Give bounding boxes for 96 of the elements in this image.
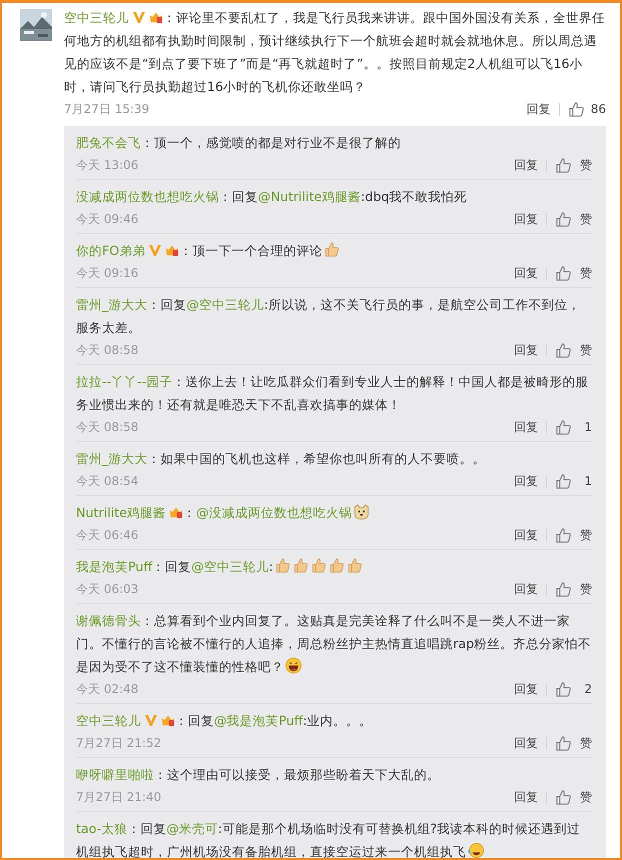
comment-text: 你的FO弟弟 ：顶一下一个合理的评论 bbox=[76, 239, 592, 262]
thumbs-up-emoji-icon bbox=[323, 241, 340, 258]
reply-link[interactable]: 回复 bbox=[514, 526, 538, 544]
verified-v-icon bbox=[132, 10, 146, 24]
timestamp: 今天 09:46 bbox=[76, 210, 140, 228]
reply-link[interactable]: 回复 bbox=[526, 100, 551, 118]
like-count: 1 bbox=[583, 474, 592, 488]
reply-link[interactable]: 回复 bbox=[514, 788, 538, 806]
mention-link[interactable]: @Nutrilite鸡腿酱 bbox=[258, 189, 361, 204]
comment-text: 肥兔不会飞：顶一个，感觉喷的都是对行业不是很了解的 bbox=[76, 134, 402, 152]
mention-link[interactable]: @我是泡芙Puff bbox=[214, 713, 303, 728]
reply-link[interactable]: 回复 bbox=[514, 734, 538, 752]
mention-link[interactable]: @没减成两位数也想吃火锅 bbox=[196, 505, 352, 520]
crown-icon bbox=[161, 713, 175, 727]
mention-link[interactable]: @空中三轮儿 bbox=[191, 559, 269, 574]
like-count: 1 bbox=[583, 420, 592, 434]
reply-link[interactable]: 回复 bbox=[514, 680, 538, 698]
crown-icon bbox=[165, 243, 180, 257]
username[interactable]: Nutrilite鸡腿酱 bbox=[76, 505, 166, 520]
thumbs-up-emoji-icon bbox=[292, 557, 310, 574]
like-count: 赞 bbox=[579, 526, 592, 544]
timestamp: 今天 08:58 bbox=[76, 418, 140, 436]
comment-text: 我是泡芙Puff：回复@空中三轮儿: bbox=[76, 555, 592, 578]
timestamp: 7月27日 21:52 bbox=[76, 734, 162, 752]
comment-text: 没减成两位数也想吃火锅：回复@Nutrilite鸡腿酱:dbq我不敢我怕死 bbox=[76, 188, 468, 206]
thumbs-up-icon[interactable] bbox=[555, 156, 572, 174]
comment-text: 拉拉--丫丫--园子：送你上去！让吃瓜群众们看到专业人士的解释！中国人都是被畸形的服务业惯出来的！还有就是唯恐天下不乱喜欢搞事的媒体！ bbox=[76, 373, 590, 414]
username[interactable]: 空中三轮儿 bbox=[76, 713, 141, 728]
like-count: 赞 bbox=[579, 210, 592, 228]
comment-text: 咿呀噼里啪啦：这个理由可以接受，最烦那些盼着天下大乱的。 bbox=[76, 766, 441, 784]
thumbs-up-icon[interactable] bbox=[555, 580, 572, 598]
thumbs-up-icon[interactable] bbox=[555, 210, 572, 228]
thumbs-up-emoji-icon bbox=[274, 557, 292, 574]
thumbs-up-icon[interactable] bbox=[555, 788, 572, 806]
thumbs-up-icon[interactable] bbox=[555, 734, 572, 752]
reply-link[interactable]: 回复 bbox=[514, 342, 538, 358]
thumbs-up-icon[interactable] bbox=[555, 418, 572, 436]
crown-icon bbox=[149, 10, 163, 24]
timestamp: 7月27日 15:39 bbox=[64, 100, 150, 118]
reply-link[interactable]: 回复 bbox=[514, 472, 538, 490]
comment-text: 雷州_游大大：如果中国的飞机也这样，希望你也叫所有的人不要喷。。 bbox=[76, 450, 486, 468]
thumbs-up-icon[interactable] bbox=[555, 472, 572, 490]
like-count: 赞 bbox=[579, 734, 592, 752]
thumbs-up-icon[interactable] bbox=[555, 342, 572, 358]
comment-text: 雷州_游大大：回复@空中三轮儿:所以说，这不关飞行员的事，是航空公司工作不到位，服务太差。 bbox=[76, 296, 582, 337]
reply-link[interactable]: 回复 bbox=[514, 418, 538, 436]
username[interactable]: tao-太狼 bbox=[76, 821, 128, 836]
timestamp: 今天 06:46 bbox=[76, 526, 140, 544]
username[interactable]: 雷州_游大大 bbox=[76, 451, 148, 466]
reply-link[interactable]: 回复 bbox=[514, 210, 538, 228]
like-count: 86 bbox=[590, 102, 606, 116]
username[interactable]: 你的FO弟弟 bbox=[76, 243, 146, 258]
verified-v-icon bbox=[148, 243, 162, 257]
username[interactable]: 雷州_游大大 bbox=[76, 297, 148, 312]
comment-text: tao-太狼：回复@米壳可:可能是那个机场临时没有可替换机组?我读本科的时候还遇到过机组执飞超时，广州机场没有备胎机组，直接空运过来一个机组执飞 bbox=[76, 820, 582, 858]
username[interactable]: 咿呀噼里啪啦 bbox=[76, 767, 154, 782]
comment-text: Nutrilite鸡腿酱 ：@没减成两位数也想吃火锅 bbox=[76, 501, 592, 524]
reply-link[interactable]: 回复 bbox=[514, 580, 538, 598]
crying-laugh-emoji-icon bbox=[467, 842, 484, 858]
verified-v-icon bbox=[144, 713, 158, 727]
comment-text: 空中三轮儿 ：评论里不要乱杠了，我是飞行员我来讲讲。跟中国外国没有关系，全世界任何地方的机组都有执勤时间限制，预计继续执行下一个航班会超时就会就地休息。所以周总遇见的应该不是“到点了要下班了”而是“再飞就超时了”。。按照目前规定2人机组可以飞16小时，请问飞行员执勤超过16小时的飞机你还敢坐吗？ bbox=[64, 9, 606, 96]
timestamp: 今天 02:48 bbox=[76, 680, 140, 698]
like-count: 赞 bbox=[579, 342, 592, 358]
reply-link[interactable]: 回复 bbox=[514, 264, 538, 282]
comment-text: 空中三轮儿 ：回复@我是泡芙Puff:业内。。。 bbox=[76, 712, 374, 730]
like-count: 赞 bbox=[579, 788, 592, 806]
username[interactable]: 空中三轮儿 bbox=[64, 10, 129, 25]
thumbs-up-emoji-icon bbox=[310, 557, 328, 574]
timestamp: 今天 09:16 bbox=[76, 264, 140, 282]
username[interactable]: 我是泡芙Puff bbox=[76, 559, 152, 574]
username[interactable]: 拉拉--丫丫--园子 bbox=[76, 374, 172, 389]
timestamp: 7月27日 21:40 bbox=[76, 788, 162, 806]
thumbs-up-emoji-icon bbox=[346, 557, 364, 574]
username[interactable]: 谢佩德骨头 bbox=[76, 613, 141, 628]
mention-link[interactable]: @米壳可 bbox=[166, 821, 218, 836]
comment-text: 谢佩德骨头：总算看到个业内回复了。这贴真是完美诠释了什么叫不是一类人不进一家门。不懂行的言论被不懂行的人追捧，周总粉丝护主热情直追唱跳rap粉丝。齐总分家怕不是因为受不了这不懂装懂的性格吧？ bbox=[76, 612, 592, 676]
dog-emoji-icon bbox=[352, 503, 370, 520]
username[interactable]: 肥兔不会飞 bbox=[76, 135, 141, 150]
timestamp: 今天 13:06 bbox=[76, 156, 140, 174]
timestamp: 今天 08:58 bbox=[76, 342, 140, 358]
timestamp: 今天 08:54 bbox=[76, 472, 140, 490]
crown-icon bbox=[169, 505, 184, 519]
username[interactable]: 没减成两位数也想吃火锅 bbox=[76, 189, 219, 204]
reply-link[interactable]: 回复 bbox=[514, 156, 538, 174]
timestamp: 今天 06:03 bbox=[76, 580, 140, 598]
thumbs-up-emoji-icon bbox=[328, 557, 346, 574]
like-count: 赞 bbox=[579, 156, 592, 174]
thumbs-up-icon[interactable] bbox=[568, 100, 585, 118]
thumbs-up-icon[interactable] bbox=[555, 264, 572, 282]
like-count: 2 bbox=[583, 682, 592, 696]
like-count: 赞 bbox=[579, 580, 592, 598]
mention-link[interactable]: @空中三轮儿 bbox=[186, 297, 264, 312]
laughing-emoji-icon bbox=[285, 657, 302, 674]
like-count: 赞 bbox=[579, 264, 592, 282]
thumbs-up-icon[interactable] bbox=[555, 680, 572, 698]
thumbs-up-icon[interactable] bbox=[555, 526, 572, 544]
